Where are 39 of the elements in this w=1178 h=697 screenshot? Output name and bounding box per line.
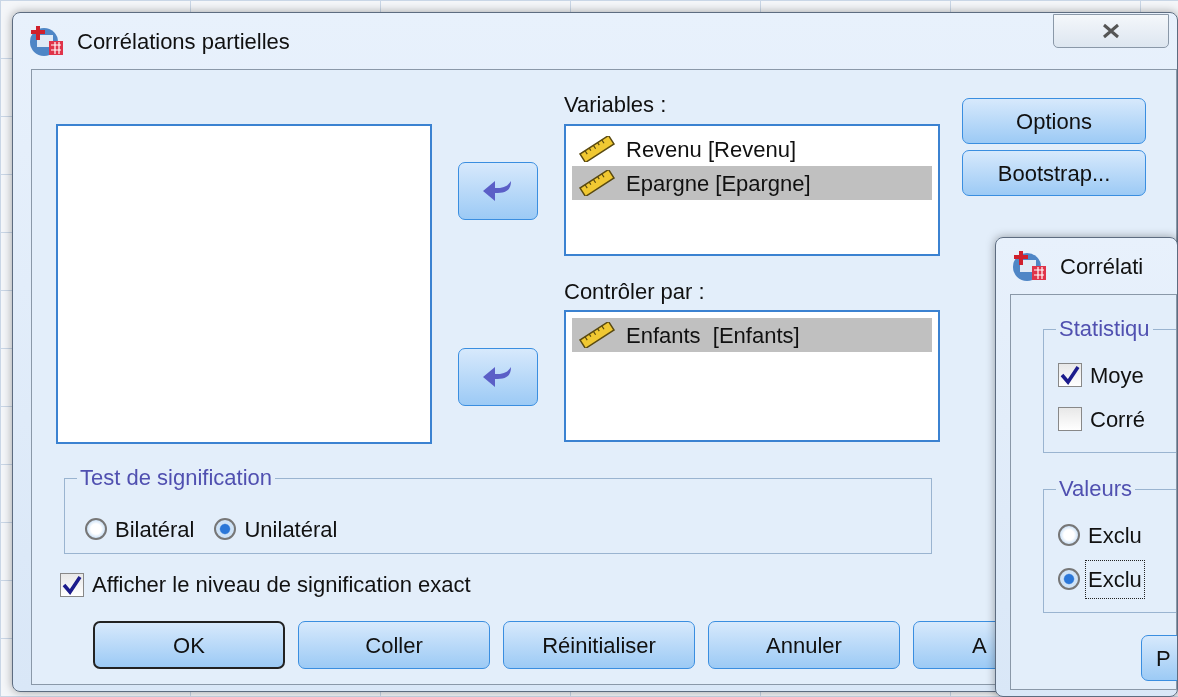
option-label: Corré [1090, 405, 1145, 434]
list-label: Variables : [564, 91, 668, 119]
move-button[interactable] [458, 162, 538, 220]
dialog-button[interactable]: Coller [298, 621, 490, 669]
option-label: Exclu [1088, 562, 1142, 596]
option-label: Unilatéral [244, 515, 338, 544]
check-icon [1060, 365, 1080, 385]
option-label: Moye [1090, 361, 1144, 390]
variable-list[interactable]: Revenu [Revenu] Epargne [Epargne] [564, 124, 940, 256]
list-item[interactable]: Epargne [Epargne] [572, 166, 932, 200]
dialog-button[interactable]: Réinitialiser [503, 621, 695, 669]
option-label: Exclu [1088, 521, 1142, 550]
variable-list[interactable] [56, 124, 432, 444]
window-title: Corrélati [1060, 252, 1144, 281]
radio-button[interactable] [214, 518, 237, 540]
checkbox[interactable] [1058, 407, 1082, 431]
list-item[interactable]: Revenu [Revenu] [572, 132, 932, 166]
variable-list[interactable]: Enfants [Enfants] [564, 310, 940, 442]
move-button[interactable] [458, 348, 538, 406]
list-item[interactable]: Enfants [Enfants] [572, 318, 932, 352]
close-button[interactable] [1053, 14, 1169, 48]
app-icon [29, 25, 65, 57]
checkbox[interactable] [60, 572, 84, 597]
option-label: Bilatéral [115, 515, 195, 544]
dialog-button[interactable]: Options [962, 98, 1146, 144]
window-title: Corrélations partielles [77, 27, 290, 56]
dialog-button[interactable]: Bootstrap... [962, 150, 1146, 196]
list-label: Contrôler par : [564, 278, 706, 306]
check-icon [62, 574, 82, 595]
dialog-button[interactable]: Annuler [708, 621, 900, 669]
dialog-button[interactable]: OK [93, 621, 285, 669]
dialog-button[interactable]: P [1141, 635, 1177, 681]
app-icon [1012, 250, 1048, 282]
checkbox-label: Afficher le niveau de signification exact [92, 571, 471, 599]
radio-button[interactable] [85, 518, 107, 540]
close-icon [1100, 22, 1122, 40]
radio-button[interactable] [1058, 524, 1080, 546]
checkbox[interactable] [1058, 363, 1082, 387]
radio-button[interactable] [1058, 568, 1080, 590]
